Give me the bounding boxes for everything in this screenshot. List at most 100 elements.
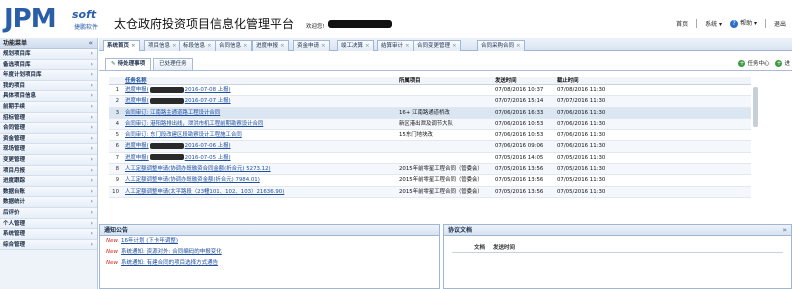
tab-8[interactable]: 合同变更管理 ×: [413, 40, 461, 51]
logo-text: JPM: [4, 4, 57, 34]
sidebar-item[interactable]: 资金管理 ›: [0, 133, 97, 145]
due-time: 07/06/2016 11:30: [557, 132, 606, 139]
task-name-link[interactable]: 进度申报(2016-07-05 上报): [125, 153, 390, 164]
task-name-text: 合同审订: 港阳路排出线，泄洪市机工程前期勘察设计合同: [125, 120, 264, 127]
sidebar-item[interactable]: 备选项目库 ›: [0, 59, 97, 71]
sidebar-item[interactable]: 规划项目库 ›: [0, 49, 97, 60]
table-row[interactable]: 2 进度申报(2016-07-07 上报) 07/07/2016 15:14 07/0…: [109, 96, 751, 108]
table-row[interactable]: 10 人工定额调整申请(太平路段（23幢101、102、103）21636.90)…: [109, 186, 751, 198]
sidebar-item-label: 备选项目库: [3, 61, 31, 68]
notice-item[interactable]: New 系统通知: 有建合同的项目选择方式通告: [100, 258, 439, 269]
sidebar-item[interactable]: 合同管理 ›: [0, 123, 97, 134]
close-icon[interactable]: ×: [405, 43, 410, 49]
tab-label: 项目信息: [148, 43, 171, 49]
sidebar-item[interactable]: 现场管理 ›: [0, 144, 97, 155]
sent-time: 07/07/2016 15:14: [495, 98, 544, 105]
table-row[interactable]: 8 人工定额调整申请(协调办既融资合同金额(折合元) 5273.12) 2015年前…: [109, 164, 751, 176]
task-name-link[interactable]: 进度申报(2016-07-07 上报): [125, 96, 390, 107]
notice-link[interactable]: 系统通知: 资源对外: 合同编码的申报变化: [121, 249, 222, 255]
close-icon[interactable]: ×: [365, 43, 370, 49]
tab-5[interactable]: 资金申请 ×: [293, 40, 330, 51]
notice-link[interactable]: 16年计划 (下卡年调整): [121, 238, 178, 244]
due-time: 07/05/2016 11:30: [557, 177, 606, 184]
tab-9[interactable]: 合同采购合同 ×: [477, 40, 525, 51]
chevron-right-icon: ›: [90, 230, 93, 238]
tab-3[interactable]: 合同信息 ×: [215, 40, 252, 51]
close-icon[interactable]: ×: [280, 43, 285, 49]
table-row[interactable]: 9 人工定额调整申请(协调办既融资金额(折合元) 7984.01) 2015年前零星…: [109, 175, 751, 187]
task-name-link[interactable]: 进度申报(2016-07-06 上报): [125, 141, 390, 152]
sidebar-item[interactable]: 变更管理 ›: [0, 154, 97, 166]
collapse-icon[interactable]: «: [88, 38, 93, 49]
sidebar-item[interactable]: 我的项目 ›: [0, 80, 97, 92]
notice-item[interactable]: New 系统通知: 资源对外: 合同编码的申报变化: [100, 247, 439, 258]
task-name-link[interactable]: 人工定额调整申请(太平路段（23幢101、102、103）21636.90): [125, 187, 390, 198]
sidebar-item[interactable]: 年度计划项目库 ›: [0, 70, 97, 81]
sidebar-item[interactable]: 系统管理 ›: [0, 229, 97, 240]
sent-time: 07/05/2016 13:56: [495, 166, 544, 173]
subtab-1[interactable]: 已处理任务: [153, 58, 193, 70]
sidebar-item[interactable]: 项目月报 ›: [0, 165, 97, 177]
tab-6[interactable]: 竣工决算 ×: [337, 40, 374, 51]
chevron-right-icon: ›: [90, 219, 93, 227]
due-time: 07/06/2016 11:30: [557, 143, 606, 150]
notice-link[interactable]: 系统通知: 有建合同的项目选择方式通告: [121, 260, 218, 266]
table-row[interactable]: 5 合同审订: 东门段改建区段勘察设计工程施工合同 15东门地块改 07/06/201…: [109, 130, 751, 142]
task-link-0[interactable]: + 任务中心: [738, 59, 769, 67]
system-menu[interactable]: 系统 ▾: [705, 19, 722, 28]
table-row[interactable]: 3 合同审订: 江南路主通道路工程设计合同 16+ 江南路通道桥改 07/06/201…: [109, 107, 751, 119]
docs-panel: 协议文档 » 文档 发送时间: [443, 224, 792, 289]
tab-7[interactable]: 结算审计 ×: [377, 40, 414, 51]
close-icon[interactable]: ×: [243, 43, 248, 49]
sidebar-item-label: 年度计划项目库: [3, 72, 42, 79]
project-name: 新区港出泄及调节大队: [399, 120, 453, 127]
tab-4[interactable]: 进度申报 ×: [252, 40, 289, 51]
subtab-0[interactable]: ✎ 待处理事项: [105, 58, 152, 70]
sidebar-item[interactable]: 进度跟踪 ›: [0, 176, 97, 187]
home-link[interactable]: 首页: [676, 19, 688, 28]
tab-1[interactable]: 项目信息 ×: [144, 40, 181, 51]
notice-item[interactable]: New 16年计划 (下卡年调整): [100, 236, 439, 247]
row-number: 10: [112, 188, 119, 195]
help-menu[interactable]: ? 帮助 ▾: [730, 18, 757, 28]
close-icon[interactable]: ×: [131, 43, 136, 49]
task-name-link[interactable]: 人工定额调整申请(协调办既融资金额(折合元) 7984.01): [125, 175, 390, 186]
tab-2[interactable]: 标段信息 ×: [179, 40, 216, 51]
table-row[interactable]: 1 进度申报(2016-07-08 上报) 07/08/2016 10:37 07/0…: [109, 85, 751, 97]
task-name-link[interactable]: 进度申报(2016-07-08 上报): [125, 85, 390, 96]
close-icon[interactable]: ×: [516, 43, 521, 49]
expand-icon[interactable]: »: [782, 225, 787, 236]
task-link-1[interactable]: + 进: [775, 59, 790, 67]
sidebar-item[interactable]: 具体项目信息 ›: [0, 91, 97, 102]
task-name-link[interactable]: 人工定额调整申请(协调办既融资合同金额(折合元) 5273.12): [125, 164, 390, 175]
close-icon[interactable]: ×: [321, 43, 326, 49]
close-icon[interactable]: ×: [172, 43, 177, 49]
task-name-link[interactable]: 合同审订: 港阳路排出线，泄洪市机工程前期勘察设计合同: [125, 119, 390, 130]
sidebar-item[interactable]: 数据统计 ›: [0, 197, 97, 208]
sidebar-item[interactable]: 后评价 ›: [0, 207, 97, 219]
sidebar-item[interactable]: 数据台账 ›: [0, 186, 97, 198]
sidebar-item[interactable]: 综合管理 ›: [0, 239, 97, 251]
scrollbar[interactable]: [753, 87, 758, 127]
close-icon[interactable]: ×: [207, 43, 212, 49]
sent-time: 07/06/2016 10:53: [495, 132, 544, 139]
sent-time: 07/05/2016 14:05: [495, 154, 544, 161]
task-name-link[interactable]: 合同审订: 江南路主通道路工程设计合同: [125, 108, 390, 119]
sidebar-item-label: 项目月报: [3, 167, 26, 174]
sidebar-item-label: 数据台账: [3, 188, 26, 195]
sent-time: 07/06/2016 16:33: [495, 109, 544, 116]
close-icon[interactable]: ×: [452, 43, 457, 49]
sidebar-item[interactable]: 招标管理 ›: [0, 112, 97, 124]
table-row[interactable]: 7 进度申报(2016-07-05 上报) 07/05/2016 14:05 07/0…: [109, 153, 751, 165]
table-row[interactable]: 6 进度申报(2016-07-06 上报) 07/06/2016 09:06 07/0…: [109, 141, 751, 153]
logout-link[interactable]: 退出: [774, 19, 786, 28]
sidebar-item[interactable]: 个人管理 ›: [0, 218, 97, 230]
chevron-right-icon: ›: [90, 166, 93, 174]
tab-0[interactable]: 系统首页 ×: [103, 40, 140, 51]
table-row[interactable]: 4 合同审订: 港阳路排出线，泄洪市机工程前期勘察设计合同 新区港出泄及调节大队 07…: [109, 118, 751, 131]
due-time: 07/08/2016 11:30: [557, 87, 606, 93]
task-name-link[interactable]: 合同审订: 东门段改建区段勘察设计工程施工合同: [125, 130, 390, 141]
docs-col-time: 发送时间: [492, 245, 515, 251]
task-name-text: 合同审订: 江南路主通道路工程设计合同: [125, 109, 221, 116]
sidebar-item[interactable]: 前期手续 ›: [0, 101, 97, 113]
